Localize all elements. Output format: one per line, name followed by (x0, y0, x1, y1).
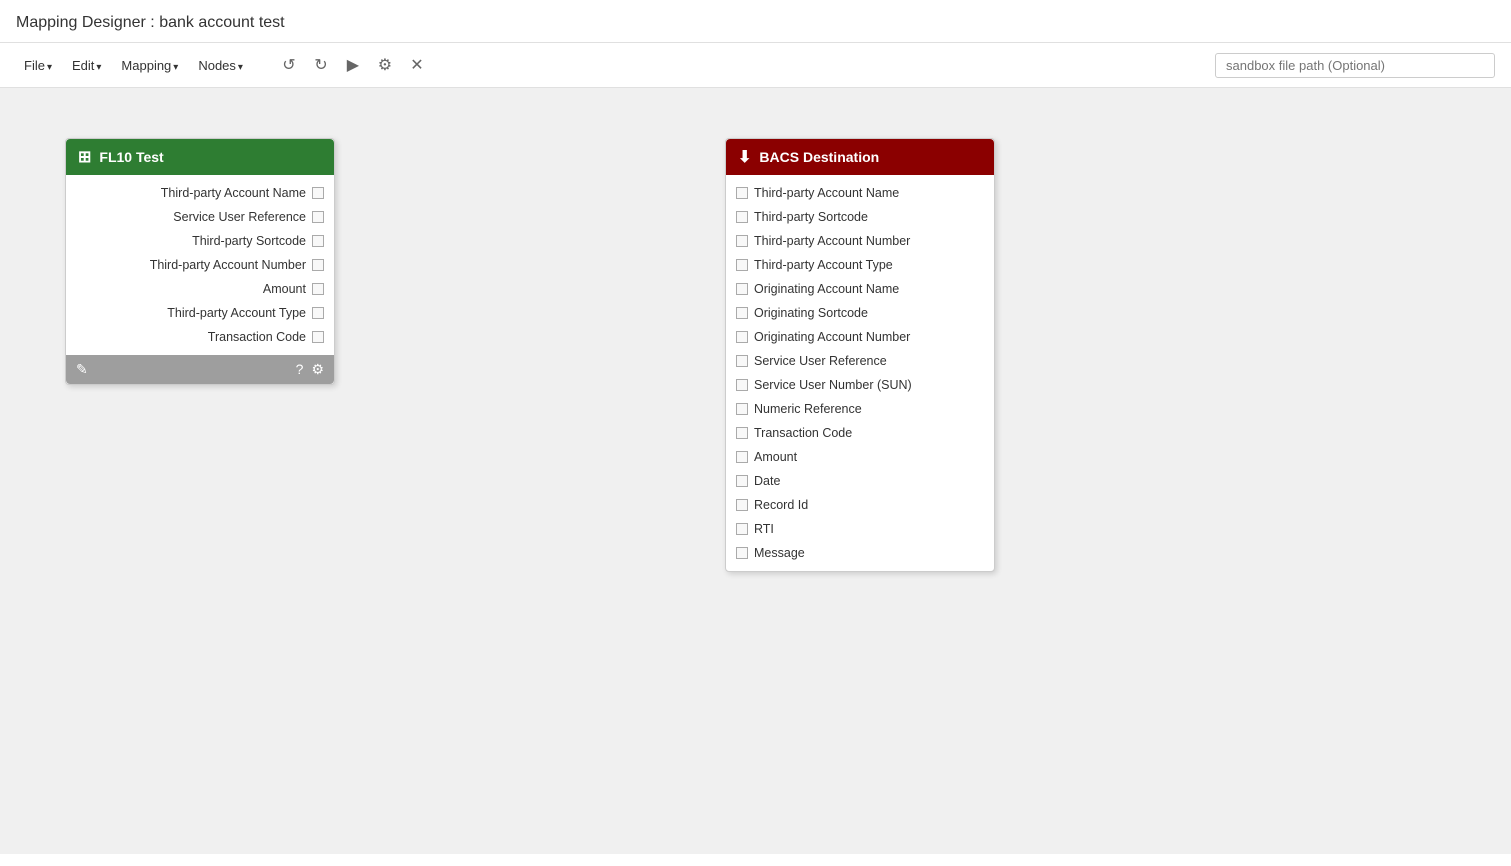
redo-button[interactable]: ↻ (307, 51, 335, 79)
nodes-menu[interactable]: Nodes▾ (190, 54, 251, 77)
file-menu[interactable]: File▾ (16, 54, 60, 77)
sandbox-input[interactable] (1215, 53, 1495, 78)
bacs-node: ⬇ BACS Destination Third-party Account N… (725, 138, 995, 572)
bacs-field-label: Numeric Reference (754, 402, 862, 416)
bacs-field-checkbox-7[interactable] (736, 355, 748, 367)
run-button[interactable]: ▶ (339, 51, 367, 79)
bacs-field-label: Originating Sortcode (754, 306, 868, 320)
bacs-field-checkbox-14[interactable] (736, 523, 748, 535)
bacs-field-11: Amount (726, 445, 994, 469)
fl10-field-label: Third-party Account Name (161, 186, 306, 200)
bacs-field-label: Service User Number (SUN) (754, 378, 912, 392)
bacs-field-checkbox-13[interactable] (736, 499, 748, 511)
fl10-header-icon: ⊞ (78, 147, 91, 167)
fl10-footer-right: ? ⚙ (296, 361, 324, 378)
bacs-field-label: Amount (754, 450, 797, 464)
fl10-field-1: Service User Reference (66, 205, 334, 229)
fl10-field-0: Third-party Account Name (66, 181, 334, 205)
bacs-field-label: Third-party Account Number (754, 234, 910, 248)
close-button[interactable]: ✕ (403, 51, 431, 79)
bacs-field-checkbox-11[interactable] (736, 451, 748, 463)
bacs-field-9: Numeric Reference (726, 397, 994, 421)
bacs-field-2: Third-party Account Number (726, 229, 994, 253)
fl10-field-6: Transaction Code (66, 325, 334, 349)
bacs-field-label: Third-party Account Type (754, 258, 893, 272)
bacs-field-5: Originating Sortcode (726, 301, 994, 325)
bacs-field-1: Third-party Sortcode (726, 205, 994, 229)
bacs-field-3: Third-party Account Type (726, 253, 994, 277)
bacs-field-label: Third-party Account Name (754, 186, 899, 200)
bacs-field-14: RTI (726, 517, 994, 541)
undo-button[interactable]: ↺ (275, 51, 303, 79)
fl10-field-label: Third-party Sortcode (192, 234, 306, 248)
bacs-title: BACS Destination (759, 149, 879, 165)
bacs-field-label: Record Id (754, 498, 808, 512)
bacs-header-icon: ⬇ (738, 147, 751, 167)
bacs-field-checkbox-12[interactable] (736, 475, 748, 487)
bacs-field-checkbox-3[interactable] (736, 259, 748, 271)
bacs-field-label: Originating Account Number (754, 330, 910, 344)
bacs-field-label: Transaction Code (754, 426, 852, 440)
bacs-header: ⬇ BACS Destination (726, 139, 994, 175)
bacs-field-checkbox-0[interactable] (736, 187, 748, 199)
fl10-footer: ✎ ? ⚙ (66, 355, 334, 384)
bacs-field-13: Record Id (726, 493, 994, 517)
bacs-field-checkbox-5[interactable] (736, 307, 748, 319)
fl10-field-4: Amount (66, 277, 334, 301)
bacs-body: Third-party Account Name Third-party Sort… (726, 175, 994, 571)
fl10-field-checkbox-2[interactable] (312, 235, 324, 247)
bacs-field-8: Service User Number (SUN) (726, 373, 994, 397)
settings-button[interactable]: ⚙ (371, 51, 399, 79)
fl10-field-5: Third-party Account Type (66, 301, 334, 325)
bacs-field-checkbox-8[interactable] (736, 379, 748, 391)
fl10-title: FL10 Test (99, 149, 163, 165)
fl10-field-2: Third-party Sortcode (66, 229, 334, 253)
bacs-field-label: RTI (754, 522, 774, 536)
toolbar: File▾ Edit▾ Mapping▾ Nodes▾ ↺ ↻ ▶ ⚙ ✕ (0, 43, 1511, 88)
bacs-field-label: Service User Reference (754, 354, 887, 368)
bacs-field-checkbox-9[interactable] (736, 403, 748, 415)
bacs-field-4: Originating Account Name (726, 277, 994, 301)
fl10-field-checkbox-0[interactable] (312, 187, 324, 199)
bacs-field-checkbox-4[interactable] (736, 283, 748, 295)
bacs-field-label: Third-party Sortcode (754, 210, 868, 224)
bacs-field-7: Service User Reference (726, 349, 994, 373)
fl10-field-checkbox-3[interactable] (312, 259, 324, 271)
bacs-field-checkbox-2[interactable] (736, 235, 748, 247)
fl10-edit-icon[interactable]: ✎ (76, 361, 88, 378)
canvas: ⊞ FL10 Test Third-party Account Name Serv… (0, 88, 1511, 854)
fl10-gear-icon[interactable]: ⚙ (311, 361, 324, 378)
fl10-header: ⊞ FL10 Test (66, 139, 334, 175)
edit-menu[interactable]: Edit▾ (64, 54, 109, 77)
fl10-field-checkbox-6[interactable] (312, 331, 324, 343)
fl10-field-checkbox-1[interactable] (312, 211, 324, 223)
bacs-field-label: Date (754, 474, 780, 488)
fl10-body: Third-party Account Name Service User Ref… (66, 175, 334, 355)
bacs-field-10: Transaction Code (726, 421, 994, 445)
bacs-field-checkbox-15[interactable] (736, 547, 748, 559)
fl10-field-label: Third-party Account Number (150, 258, 306, 272)
fl10-field-label: Transaction Code (208, 330, 306, 344)
fl10-field-label: Third-party Account Type (167, 306, 306, 320)
bacs-field-0: Third-party Account Name (726, 181, 994, 205)
fl10-field-3: Third-party Account Number (66, 253, 334, 277)
bacs-field-checkbox-1[interactable] (736, 211, 748, 223)
bacs-field-6: Originating Account Number (726, 325, 994, 349)
fl10-field-checkbox-5[interactable] (312, 307, 324, 319)
bacs-field-12: Date (726, 469, 994, 493)
fl10-field-label: Amount (263, 282, 306, 296)
bacs-field-label: Originating Account Name (754, 282, 899, 296)
bacs-field-15: Message (726, 541, 994, 565)
bacs-field-checkbox-10[interactable] (736, 427, 748, 439)
fl10-field-checkbox-4[interactable] (312, 283, 324, 295)
page-title: Mapping Designer : bank account test (0, 0, 1511, 43)
fl10-field-label: Service User Reference (173, 210, 306, 224)
bacs-field-checkbox-6[interactable] (736, 331, 748, 343)
bacs-field-label: Message (754, 546, 805, 560)
fl10-help-icon[interactable]: ? (296, 361, 304, 378)
mapping-menu[interactable]: Mapping▾ (113, 54, 186, 77)
fl10-node: ⊞ FL10 Test Third-party Account Name Serv… (65, 138, 335, 385)
